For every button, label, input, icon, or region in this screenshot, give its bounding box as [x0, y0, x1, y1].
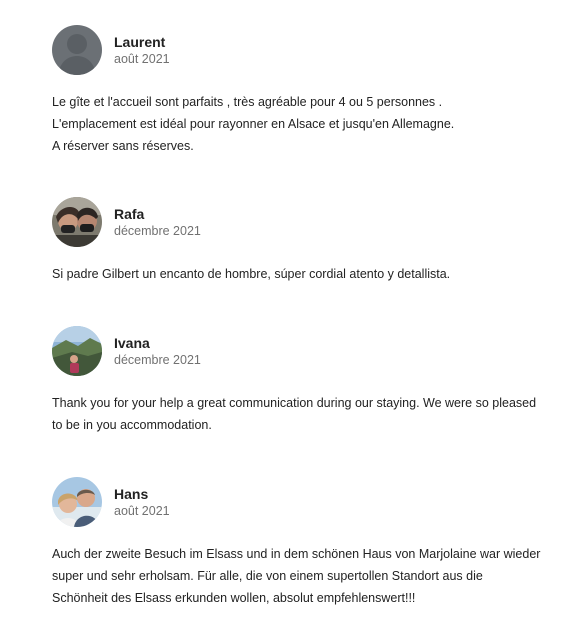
reviewer-name[interactable]: Rafa [114, 205, 201, 223]
review-text-line: L'emplacement est idéal pour rayonner en… [52, 117, 455, 131]
review-date: décembre 2021 [114, 352, 201, 367]
review-item: Laurent août 2021 Le gîte et l'accueil s… [52, 25, 557, 157]
reviewer-meta: Hans août 2021 [114, 485, 170, 520]
review-text-line: Schönheit des Elsass erkunden wollen, ab… [52, 591, 416, 605]
review-date: décembre 2021 [114, 223, 201, 238]
reviewer-name[interactable]: Laurent [114, 33, 170, 51]
review-item: Rafa décembre 2021 Si padre Gilbert un e… [52, 197, 557, 285]
review-header: Ivana décembre 2021 [52, 326, 557, 376]
reviewer-name[interactable]: Hans [114, 485, 170, 503]
review-date: août 2021 [114, 51, 170, 66]
review-header: Hans août 2021 [52, 477, 557, 527]
review-item: Ivana décembre 2021 Thank you for your h… [52, 326, 557, 436]
review-text-line: Si padre Gilbert un encanto de hombre, s… [52, 267, 451, 281]
review-text: Si padre Gilbert un encanto de hombre, s… [52, 263, 557, 285]
reviewer-meta: Ivana décembre 2021 [114, 334, 201, 369]
review-text: Le gîte et l'accueil sont parfaits , trè… [52, 91, 557, 157]
review-text: Thank you for your help a great communic… [52, 392, 557, 436]
reviewer-name[interactable]: Ivana [114, 334, 201, 352]
reviewer-meta: Rafa décembre 2021 [114, 205, 201, 240]
review-item: Hans août 2021 Auch der zweite Besuch im… [52, 477, 557, 609]
review-text-line: A réserver sans réserves. [52, 139, 194, 153]
reviewer-meta: Laurent août 2021 [114, 33, 170, 68]
review-text-line: Le gîte et l'accueil sont parfaits , trè… [52, 95, 443, 109]
review-text-line: super und sehr erholsam. Für alle, die v… [52, 569, 483, 583]
review-text-line: to be in you accommodation. [52, 418, 212, 432]
default-user-avatar-icon[interactable] [52, 25, 102, 75]
review-header: Laurent août 2021 [52, 25, 557, 75]
user-photo-avatar[interactable] [52, 197, 102, 247]
review-text: Auch der zweite Besuch im Elsass und in … [52, 543, 557, 609]
review-text-line: Auch der zweite Besuch im Elsass und in … [52, 547, 541, 561]
user-photo-avatar[interactable] [52, 477, 102, 527]
review-date: août 2021 [114, 503, 170, 518]
review-header: Rafa décembre 2021 [52, 197, 557, 247]
user-photo-avatar[interactable] [52, 326, 102, 376]
review-text-line: Thank you for your help a great communic… [52, 396, 537, 410]
